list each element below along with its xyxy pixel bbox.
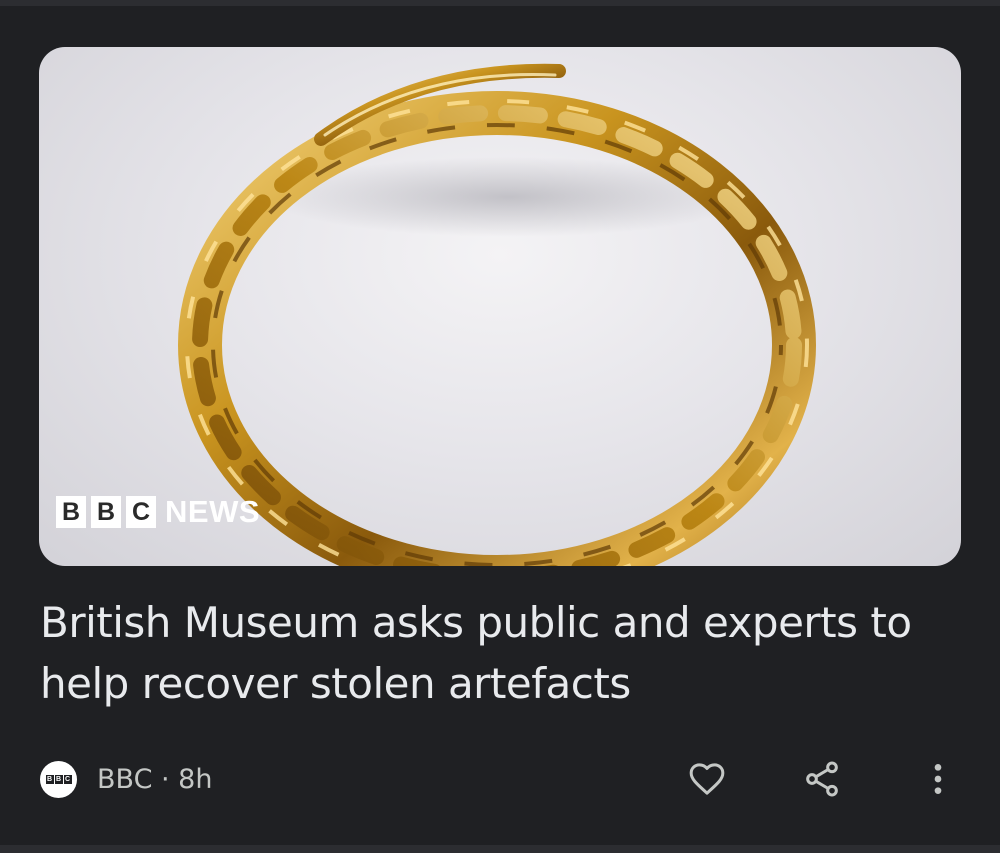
share-button[interactable] — [799, 756, 845, 802]
gold-ring-picture — [178, 63, 816, 566]
article-image[interactable]: B B C NEWS — [39, 47, 961, 566]
top-divider — [0, 0, 1000, 6]
more-options-button[interactable] — [915, 756, 961, 802]
watermark-block: B — [91, 496, 121, 528]
watermark-block: C — [126, 496, 156, 528]
news-feed-screen: B B C NEWS British Museum asks public an… — [0, 0, 1000, 853]
watermark-block: B — [56, 496, 86, 528]
bbc-logo-icon: B B C — [40, 761, 77, 798]
source-and-time: BBC · 8h — [97, 764, 213, 795]
article-footer: B B C BBC · 8h — [40, 756, 960, 802]
more-vert-icon — [934, 764, 942, 794]
share-icon — [806, 761, 838, 797]
article-headline[interactable]: British Museum asks public and experts t… — [40, 592, 960, 714]
watermark-news-word: NEWS — [165, 494, 260, 529]
heart-icon — [689, 763, 725, 795]
like-button[interactable] — [684, 756, 730, 802]
bbc-news-watermark: B B C NEWS — [56, 494, 260, 529]
bottom-divider — [0, 845, 1000, 853]
